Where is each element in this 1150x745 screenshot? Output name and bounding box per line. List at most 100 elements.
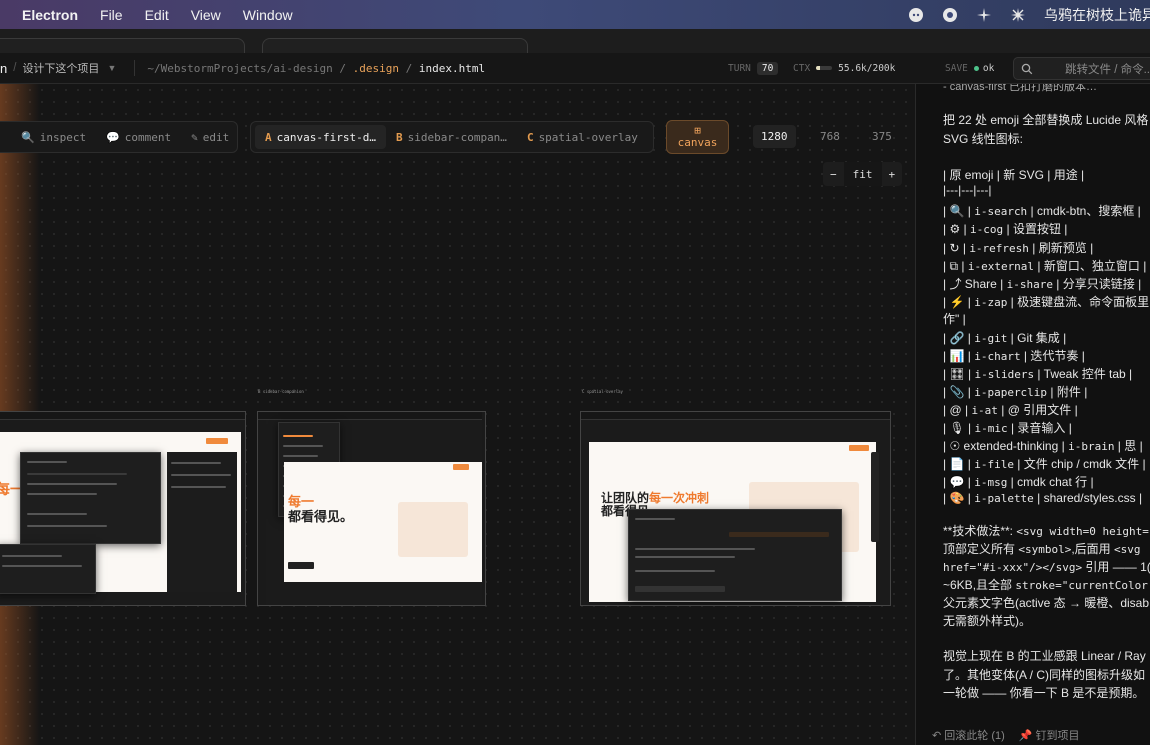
sparkle-alt-icon[interactable] [1010, 7, 1026, 23]
frame-chat-panel [167, 452, 237, 592]
menu-app-electron[interactable]: Electron [22, 7, 78, 23]
chat-table-row: | @ | i-at | @ 引用文件 | [943, 403, 1078, 417]
menu-file[interactable]: File [100, 7, 123, 23]
chat-table-row: | 🔗 | i-git | Git 集成 | [943, 331, 1067, 345]
frame-label-c: C spatial-overlay [582, 389, 623, 394]
variant-frame-c[interactable]: 让团队的每一次冲刺都看得见。 [580, 411, 891, 606]
frame-side-rail [871, 452, 879, 542]
save-value: ok [982, 62, 995, 74]
mode-inspect[interactable]: 🔍 inspect [11, 125, 96, 149]
chat-table-row: | 🔍 | i-search | cmdk-btn、搜索框 | [943, 204, 1141, 218]
chat-table-row: | ⤴ Share | i-share | 分享只读链接 | [943, 277, 1142, 291]
comment-icon: 💬 [106, 130, 120, 144]
chat-table-row: | 💬 | i-msg | cmdk chat 行 | [943, 475, 1094, 489]
chat-table-sep: |---|---|---| [943, 183, 992, 197]
chat-tech-1: **技术做法**: <svg width=0 height= [943, 524, 1149, 538]
variant-frame-b[interactable]: 每一 都看得见。 [257, 411, 486, 606]
variant-letter: B [395, 130, 403, 144]
project-name[interactable]: 设计下这个项目 [22, 60, 99, 76]
zoom-fit-button[interactable]: fit [843, 162, 882, 186]
frame-illustration [398, 502, 468, 557]
mode-edit-label: edit [202, 130, 230, 144]
search-input[interactable]: 跳转文件 / 命令... [1013, 57, 1150, 80]
frame-heading: 每一 都看得见。 [288, 494, 354, 524]
variant-label: sidebar-compan… [407, 130, 507, 144]
frame-cmdk-popup [20, 452, 161, 544]
ctx-label: CTX [793, 62, 811, 74]
viewport-1280[interactable]: 1280 [753, 121, 796, 151]
window-tab-strip [0, 29, 1150, 54]
record-icon[interactable] [942, 7, 958, 23]
chat-table-row: | ↻ | i-refresh | 刷新预览 | [943, 241, 1094, 255]
design-canvas[interactable]: 🔍 inspect 💬 comment ✎ edit Acanvas-first-d…… [0, 84, 915, 745]
zoom-controls: − fit + [823, 162, 903, 186]
canvas-view-button[interactable]: ⊞ canvas [666, 120, 729, 154]
rollback-button[interactable]: ↶ 回滚此轮 (1) [932, 727, 1005, 743]
breadcrumb-separator: / [13, 62, 17, 74]
sparkle-icon[interactable] [976, 7, 992, 23]
variant-letter: C [526, 130, 534, 144]
search-icon: 🔍 [21, 130, 35, 144]
chat-table-row: | ☉ extended-thinking | i-brain | 思 | [943, 439, 1143, 453]
file-path: ~/WebstormProjects/ai-design / .design /… [147, 61, 486, 75]
frame-mini-panel [0, 544, 96, 594]
chat-table-row: | ⚙ | i-cog | 设置按钮 | [943, 222, 1068, 236]
variant-label: spatial-overlay [538, 130, 638, 144]
turn-value: 70 [756, 61, 779, 75]
chevron-down-icon[interactable]: ▼ [107, 63, 116, 73]
turn-label: TURN [728, 62, 751, 74]
mode-comment-label: comment [124, 130, 172, 144]
viewport-375[interactable]: 375 [872, 121, 892, 151]
frame-b-right-pane [482, 411, 486, 606]
menu-edit[interactable]: Edit [145, 7, 169, 23]
ctx-progress-bar [816, 66, 833, 70]
save-status: SAVE ok [945, 53, 994, 83]
viewport-label: 375 [872, 129, 892, 143]
tab-variant-b[interactable]: Bsidebar-compan… [386, 125, 517, 149]
chat-table-row: | 📊 | i-chart | 迭代节奏 | [943, 349, 1085, 363]
frame-cta [849, 445, 869, 451]
app-header: n / 设计下这个项目 ▼ ~/WebstormProjects/ai-desi… [0, 53, 1150, 84]
zoom-in-button[interactable]: + [882, 162, 903, 186]
mode-edit[interactable]: ✎ edit [181, 125, 239, 149]
path-file[interactable]: index.html [419, 62, 485, 75]
tab-variant-c[interactable]: Cspatial-overlay [517, 125, 648, 149]
frame-label-b: B sidebar-companion [258, 389, 304, 394]
path-dir[interactable]: .design [353, 62, 399, 75]
variant-frame-a[interactable]: 每一 [0, 411, 246, 606]
variant-tabs: Acanvas-first-d… Bsidebar-compan… Cspati… [250, 121, 654, 153]
chat-tech-2: 顶部定义所有 <symbol>,后面用 <svg [943, 542, 1141, 556]
zoom-out-button[interactable]: − [823, 162, 844, 186]
frame-sidebar [258, 420, 266, 605]
menubar: Electron File Edit View Window 乌鸦在树枝上诡异 [0, 0, 1150, 29]
chat-tech-6: 无需额外样式)。 [943, 614, 1031, 628]
menu-view[interactable]: View [191, 7, 221, 23]
chat-visual-2: 了。其他变体(A / C)同样的图标升级如 [943, 668, 1146, 682]
viewport-label: 1280 [753, 124, 796, 148]
path-root[interactable]: ~/WebstormProjects/ai-design [147, 62, 332, 75]
mode-inspect-label: inspect [39, 130, 87, 144]
chat-tech-4: ~6KB,且全部 stroke="currentColor [943, 578, 1148, 592]
search-placeholder: 跳转文件 / 命令... [1065, 63, 1150, 76]
frame-topbar [0, 412, 245, 420]
frame-overlay-chat [628, 509, 842, 601]
chat-table-header: | 原 emoji | 新 SVG | 用途 | [943, 168, 1085, 182]
window-tab[interactable] [262, 38, 528, 54]
window-tab[interactable] [0, 38, 245, 54]
divider [134, 60, 136, 76]
chat-table-row: | 🎨 | i-palette | shared/styles.css | [943, 491, 1143, 505]
tab-variant-a[interactable]: Acanvas-first-d… [255, 125, 386, 149]
discord-icon[interactable] [908, 7, 924, 23]
menubar-user[interactable]: 乌鸦在树枝上诡异 [1044, 5, 1150, 25]
ctx-value: 55.6k/200k [838, 62, 896, 74]
turn-counter: TURN 70 [728, 53, 779, 83]
menu-window[interactable]: Window [243, 7, 293, 23]
search-icon [1021, 63, 1033, 75]
mode-comment[interactable]: 💬 comment [96, 125, 181, 149]
chat-tech-5: 父元素文字色(active 态 → 暖橙、disab [943, 596, 1150, 610]
chat-table-row: | 📎 | i-paperclip | 附件 | [943, 385, 1088, 399]
viewport-768[interactable]: 768 [820, 121, 840, 151]
frame-button [288, 562, 314, 569]
chat-wrap-line: 作" | [943, 312, 966, 326]
pin-button[interactable]: 📌 钉到项目 [1019, 727, 1080, 743]
